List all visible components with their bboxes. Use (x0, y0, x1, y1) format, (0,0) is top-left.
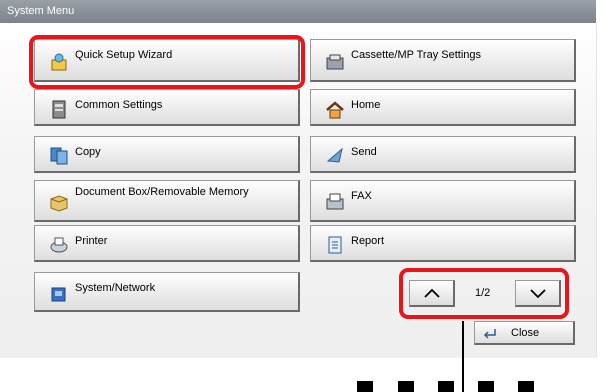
report-icon (328, 236, 342, 254)
system-network-button[interactable]: System/Network (34, 272, 300, 312)
system-network-label: System/Network (75, 282, 156, 294)
report-button[interactable]: Report (310, 225, 576, 262)
callout-mark-5 (518, 381, 534, 392)
fax-button[interactable]: FAX (310, 180, 576, 222)
document-box-button[interactable]: Document Box/Removable Memory (34, 180, 300, 222)
close-button[interactable]: Close (474, 321, 575, 345)
cassette-icon (326, 54, 344, 70)
home-label: Home (351, 99, 381, 111)
printer-icon (50, 237, 68, 253)
callout-mark-3 (438, 381, 454, 392)
document-box-label: Document Box/Removable Memory (75, 186, 249, 198)
send-icon (326, 147, 343, 163)
printer-button[interactable]: Printer (34, 225, 300, 262)
send-label: Send (351, 146, 377, 158)
callout-leader-line (462, 321, 464, 392)
copy-button[interactable]: Copy (34, 136, 300, 173)
copy-label: Copy (75, 146, 101, 158)
highlight-quick-setup (29, 35, 305, 89)
return-arrow-icon (483, 329, 496, 339)
home-icon (326, 101, 344, 119)
printer-label: Printer (75, 235, 108, 247)
system-network-icon (51, 287, 66, 302)
send-button[interactable]: Send (310, 136, 576, 173)
common-settings-label: Common Settings (75, 99, 163, 111)
report-label: Report (351, 235, 385, 247)
callout-mark-4 (478, 381, 494, 392)
common-settings-button[interactable]: Common Settings (34, 89, 300, 126)
fax-icon (326, 193, 344, 210)
callout-mark-2 (398, 381, 414, 392)
window-title: System Menu (0, 0, 596, 23)
copy-icon (50, 147, 68, 165)
home-button[interactable]: Home (310, 89, 576, 126)
close-label: Close (511, 327, 540, 339)
highlight-pagination (399, 268, 569, 319)
cassette-mp-tray-settings-label: Cassette/MP Tray Settings (351, 49, 482, 61)
callout-mark-1 (357, 381, 373, 392)
settings-device-icon (52, 100, 66, 119)
document-box-icon (50, 195, 68, 212)
cassette-mp-tray-settings-button[interactable]: Cassette/MP Tray Settings (310, 39, 576, 82)
fax-label: FAX (351, 190, 372, 202)
